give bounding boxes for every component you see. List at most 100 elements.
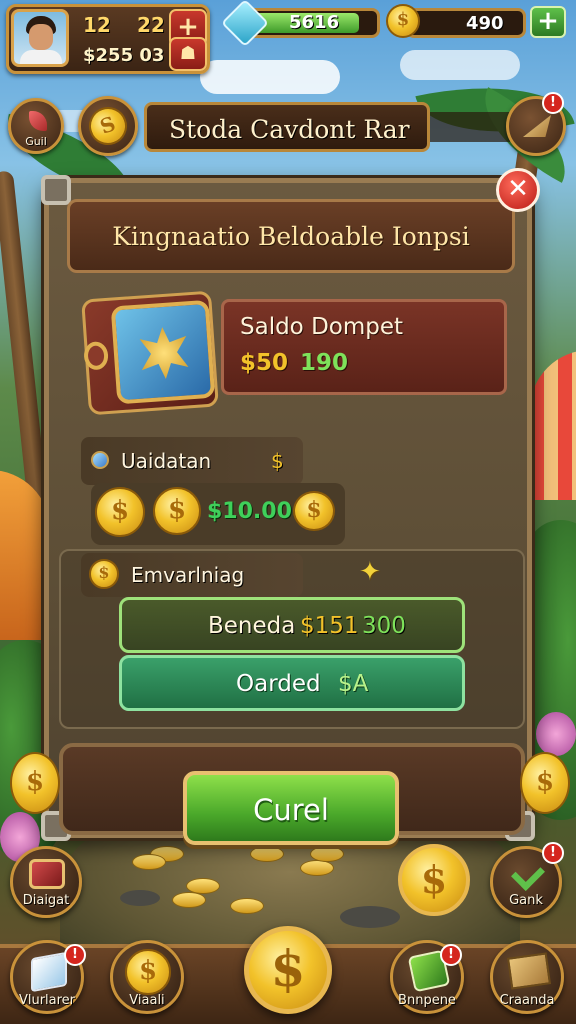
wallet-balance-plate: Saldo Dompet $50 190: [221, 299, 507, 395]
rock: [340, 906, 400, 928]
avatar-face: [29, 24, 53, 50]
edge-coin-left: $: [10, 752, 60, 814]
sparkle-icon: ✦: [359, 557, 381, 587]
option-button-oarded[interactable]: Oarded $A: [119, 655, 465, 711]
ground-coin: [172, 892, 206, 908]
earnings-label-plate: $ Emvarlniag: [81, 553, 303, 597]
add-money-button[interactable]: ☗: [169, 37, 207, 71]
ground-coin: [300, 860, 334, 876]
validation-label: Uaidatan: [121, 449, 212, 473]
wallet-emblem: [110, 299, 216, 405]
coin-collect-button[interactable]: $: [398, 844, 470, 916]
coin-icon: $: [293, 491, 335, 531]
quill-icon: [29, 111, 47, 131]
coin-icon: $: [386, 4, 420, 38]
gank-alert-badge: !: [542, 842, 564, 864]
flower: [536, 712, 576, 756]
dollar-coin-icon: $: [270, 939, 306, 998]
earnings-label: Emvarlniag: [131, 563, 245, 587]
validation-label-suffix: $: [271, 449, 284, 473]
coin-symbol: $: [420, 857, 448, 902]
wallet-icon: [81, 290, 219, 416]
nav-item-shop[interactable]: $: [244, 926, 332, 1014]
ground-coin: [250, 846, 284, 862]
player-panel[interactable]: 12 22 $255 03 + ☗: [6, 4, 210, 74]
check-icon: [511, 857, 545, 891]
ground-coin: [230, 898, 264, 914]
nav-label: Viaali: [129, 993, 165, 1008]
wallet-clasp: [83, 340, 110, 371]
guild-label: Guil: [25, 135, 47, 148]
coins-counter[interactable]: 490 $: [386, 4, 530, 42]
add-coins-button[interactable]: +: [530, 6, 566, 38]
ground-coin: [310, 846, 344, 862]
player-avatar[interactable]: [11, 9, 69, 67]
cloud: [200, 60, 340, 94]
confirm-label: Curel: [253, 793, 329, 827]
nav-alert-badge: !: [440, 944, 462, 966]
wallet-amount-prefix: $50: [240, 350, 289, 376]
option-bonus: 300: [362, 613, 406, 639]
title-strip: [430, 112, 510, 142]
gems-value: 5616: [289, 12, 340, 33]
nav-item-craanda[interactable]: Craanda: [490, 940, 564, 1014]
add-coins-label: +: [537, 6, 559, 36]
nav-label: Bnnpene: [398, 993, 456, 1008]
coin-icon: S: [83, 101, 133, 151]
event-title-plate: Stoda Cavdont Rar: [144, 102, 430, 152]
purchase-dialog: Kingnaatio Beldoable Ionpsi Saldo Dompet…: [41, 175, 535, 845]
quest-alert-badge: !: [542, 92, 564, 114]
player-money: $255 03: [83, 45, 165, 66]
badge-text: !: [550, 845, 556, 860]
arrow-icon: [523, 115, 551, 137]
ground-coin: [132, 854, 166, 870]
coin-icon: $: [125, 949, 171, 995]
money-bag-icon: ☗: [179, 43, 197, 64]
coin-icon: $: [153, 487, 201, 535]
event-title: Stoda Cavdont Rar: [169, 115, 410, 144]
confirm-button[interactable]: Curel: [183, 771, 399, 845]
level-value: 12: [83, 13, 111, 37]
diaigat-button[interactable]: Diaigat: [10, 846, 82, 918]
nav-label: Vlurlarer: [18, 993, 76, 1008]
option-price: $151: [300, 613, 359, 639]
option-label: Beneda: [208, 613, 296, 639]
validation-label-plate: Uaidatan $: [81, 437, 303, 485]
energy-value: 22: [137, 13, 165, 37]
nav-label: Craanda: [499, 993, 555, 1008]
coin-shortcut-button[interactable]: S: [78, 96, 138, 156]
rock: [120, 890, 160, 906]
coins-value: 490: [466, 13, 504, 34]
dialog-title: Kingnaatio Beldoable Ionpsi: [112, 222, 470, 251]
coin-icon: $: [95, 487, 145, 537]
nav-item-viaali[interactable]: $ Viaali: [110, 940, 184, 1014]
diamond-icon: [91, 451, 109, 469]
option-label: Oarded: [236, 671, 321, 697]
badge-text: !: [550, 95, 556, 110]
wallet-amount-value: 190: [300, 350, 349, 376]
nav-alert-badge: !: [64, 944, 86, 966]
avatar-shirt: [20, 50, 62, 64]
wallet-label: Saldo Dompet: [240, 314, 404, 340]
star-badge-icon: [136, 325, 192, 381]
frame-corner: [41, 175, 71, 205]
coin-tray: $ $ $10.00 $: [91, 483, 345, 545]
close-icon: ✕: [507, 174, 529, 204]
coin-icon: $: [89, 559, 119, 589]
badge-text: !: [72, 947, 78, 962]
validation-amount: $10.00: [207, 499, 292, 524]
guild-button[interactable]: Guil: [8, 98, 64, 154]
map-icon: [506, 952, 552, 990]
option-button-beneda[interactable]: Beneda $151 300: [119, 597, 465, 653]
tent-right: [530, 350, 576, 500]
cloud: [400, 50, 520, 80]
close-dialog-button[interactable]: ✕: [496, 168, 540, 212]
cube-icon: [31, 951, 67, 993]
chest-icon: [29, 859, 65, 889]
gank-label: Gank: [509, 893, 543, 908]
edge-coin-right: $: [520, 752, 570, 814]
dialog-header: Kingnaatio Beldoable Ionpsi: [67, 199, 515, 273]
diaigat-label: Diaigat: [22, 893, 70, 908]
gems-counter[interactable]: 5616: [220, 0, 380, 48]
badge-text: !: [448, 947, 454, 962]
